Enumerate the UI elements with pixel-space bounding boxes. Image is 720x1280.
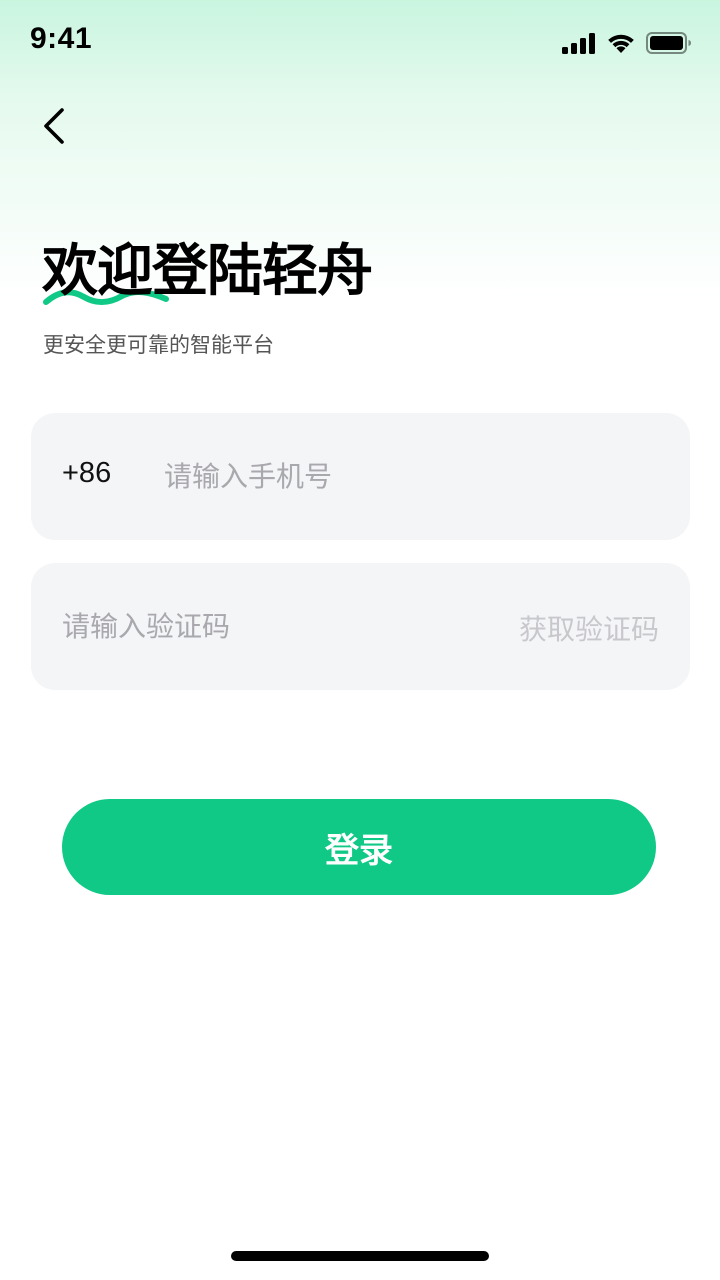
- cellular-signal-icon: [562, 33, 595, 54]
- home-indicator: [231, 1251, 489, 1261]
- wifi-icon: [608, 34, 634, 53]
- page-subtitle: 更安全更可靠的智能平台: [43, 333, 274, 357]
- country-code-selector[interactable]: +86: [62, 457, 111, 490]
- phone-input-card: +86: [31, 413, 690, 540]
- verification-code-input[interactable]: [62, 593, 462, 659]
- back-button[interactable]: [28, 100, 80, 152]
- phone-input[interactable]: [164, 443, 644, 509]
- login-button[interactable]: 登录: [62, 799, 656, 895]
- get-code-button[interactable]: 获取验证码: [519, 608, 659, 648]
- status-icons: [562, 30, 692, 56]
- code-input-card: 获取验证码: [31, 563, 690, 690]
- chevron-left-icon: [44, 108, 64, 144]
- battery-icon: [646, 32, 691, 54]
- status-bar: 9:41: [0, 0, 720, 84]
- status-time: 9:41: [30, 22, 93, 55]
- title-block: 欢迎登陆轻舟: [42, 236, 373, 308]
- page-title: 欢迎登陆轻舟: [42, 239, 373, 304]
